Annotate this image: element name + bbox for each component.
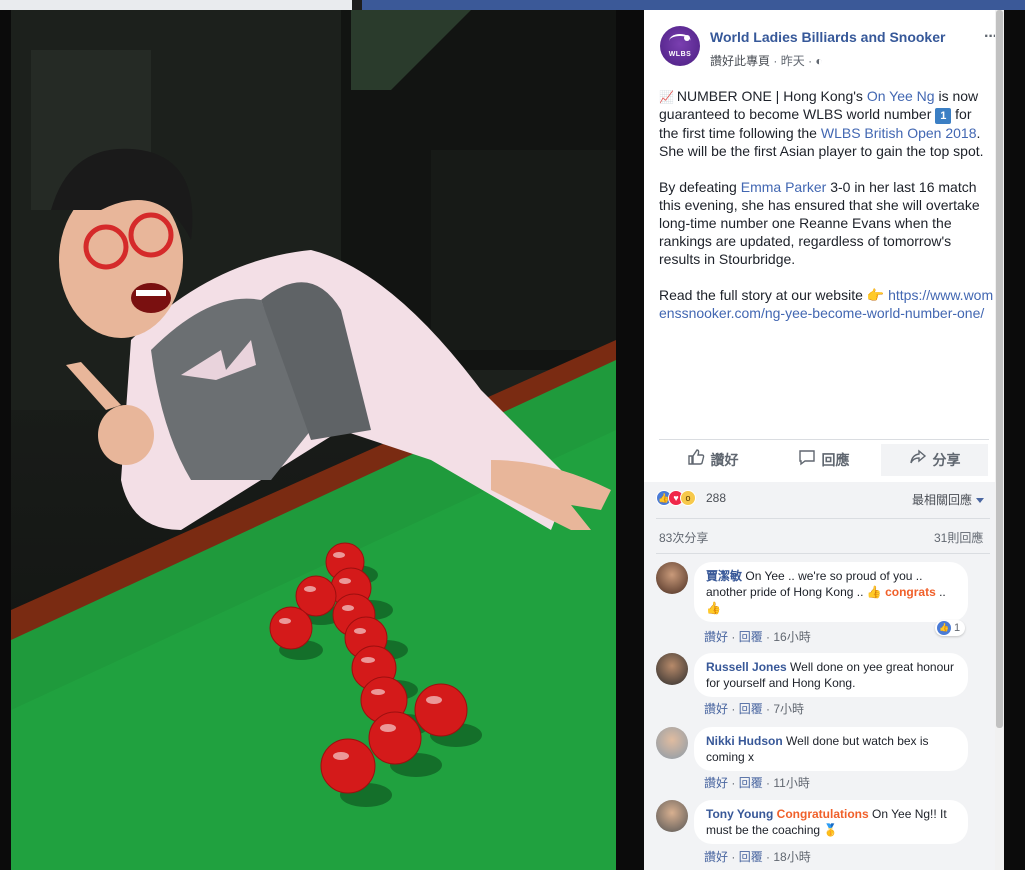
avatar[interactable]: [656, 800, 688, 832]
like-label: 讚好: [710, 452, 739, 468]
comment-highlight: Congratulations: [776, 807, 869, 821]
top-nav-strip: [362, 0, 1025, 10]
commenter-name[interactable]: 賈潔敏: [706, 569, 742, 583]
post-actions-bar: 讚好 回應 分享: [659, 439, 989, 477]
photo-illustration: [11, 10, 616, 870]
post-paragraph: 📈 NUMBER ONE | Hong Kong's On Yee Ng is …: [659, 87, 994, 160]
logo-dot: [684, 35, 690, 41]
comment-reply-link[interactable]: 回覆: [739, 850, 763, 864]
commenter-name[interactable]: Tony Young: [706, 807, 773, 821]
globe-icon: ◐: [815, 54, 823, 68]
comment-like-link[interactable]: 讚好: [704, 776, 728, 790]
share-count[interactable]: 83次分享: [659, 529, 708, 546]
divider: [656, 553, 990, 554]
comment-bubble: Tony Young Congratulations On Yee Ng!! I…: [694, 800, 968, 844]
avatar-logo-text: WLBS: [668, 51, 692, 58]
comment-actions: 讚好 · 回覆 · 11小時: [704, 776, 810, 790]
post-side-panel: WLBS World Ladies Billiards and Snooker …: [644, 10, 1004, 870]
event-link[interactable]: WLBS British Open 2018: [821, 125, 977, 141]
comment-bubble: 賈潔敏 On Yee .. we're so proud of you .. a…: [694, 562, 968, 622]
share-button[interactable]: 分享: [881, 444, 988, 476]
comment-button[interactable]: 回應: [770, 444, 877, 476]
post-photo[interactable]: [11, 10, 616, 870]
comment-reaction-count: 1: [954, 621, 961, 634]
post-paragraph: By defeating Emma Parker 3-0 in her last…: [659, 178, 994, 268]
background-page-strip: [0, 0, 1025, 10]
search-strip: [0, 0, 352, 10]
reaction-count[interactable]: 288: [706, 491, 726, 505]
comment-like-link[interactable]: 讚好: [704, 702, 728, 716]
comment-reply-link[interactable]: 回覆: [739, 630, 763, 644]
comment-reaction-badge[interactable]: 👍 1: [935, 620, 966, 636]
chart-increasing-icon: 📈: [659, 90, 674, 104]
comment-item: Russell Jones Well done on yee great hon…: [656, 653, 986, 719]
avatar[interactable]: [656, 653, 688, 685]
like-button[interactable]: 讚好: [659, 444, 766, 476]
post-text: By defeating: [659, 179, 741, 195]
comment-bubble: Russell Jones Well done on yee great hon…: [694, 653, 968, 697]
share-arrow-icon: [909, 445, 927, 477]
comment-highlight: congrats: [885, 585, 936, 599]
comment-actions: 讚好 · 回覆 · 7小時: [704, 702, 805, 716]
comment-reply-link[interactable]: 回覆: [739, 702, 763, 716]
post-body: 📈 NUMBER ONE | Hong Kong's On Yee Ng is …: [659, 87, 994, 340]
comment-actions: 讚好 · 回覆 · 16小時: [704, 630, 811, 644]
page-avatar[interactable]: WLBS: [660, 26, 700, 66]
comment-item: Tony Young Congratulations On Yee Ng!! I…: [656, 800, 986, 866]
comment-count[interactable]: 31則回應: [934, 529, 983, 546]
like-reaction-icon: 👍: [937, 621, 951, 635]
profile-link[interactable]: On Yee Ng: [867, 88, 935, 104]
comment-time[interactable]: 7小時: [773, 702, 804, 716]
comment-time[interactable]: 16小時: [773, 630, 810, 644]
comment-item: 賈潔敏 On Yee .. we're so proud of you .. a…: [656, 562, 986, 646]
comment-like-link[interactable]: 讚好: [704, 850, 728, 864]
page-name-link[interactable]: World Ladies Billiards and Snooker: [710, 29, 945, 45]
commenter-name[interactable]: Nikki Hudson: [706, 734, 783, 748]
keycap-one-icon: 1: [935, 108, 952, 124]
comment-time[interactable]: 18小時: [773, 850, 810, 864]
post-text: NUMBER ONE | Hong Kong's: [676, 88, 867, 104]
reactions-comments-area: 👍 ♥ o 288 最相關回應 83次分享 31則回應 賈潔敏 On Yee .…: [644, 482, 1004, 870]
thumbs-up-icon: [687, 445, 705, 477]
divider: [656, 518, 990, 519]
sort-label: 最相關回應: [912, 493, 973, 507]
like-page-link[interactable]: 讚好此專頁: [710, 54, 770, 68]
comment-reply-link[interactable]: 回覆: [739, 776, 763, 790]
profile-link[interactable]: Emma Parker: [741, 179, 827, 195]
avatar[interactable]: [656, 727, 688, 759]
comment-label: 回應: [821, 452, 850, 468]
avatar[interactable]: [656, 562, 688, 594]
comment-actions: 讚好 · 回覆 · 18小時: [704, 850, 811, 864]
post-paragraph: Read the full story at our website 👉 htt…: [659, 286, 994, 322]
post-time[interactable]: 昨天: [781, 54, 805, 68]
comment-like-link[interactable]: 讚好: [704, 630, 728, 644]
comment-sort-dropdown[interactable]: 最相關回應: [912, 491, 985, 508]
post-text: Read the full story at our website 👉: [659, 287, 889, 303]
wow-reaction-icon: o: [680, 490, 696, 506]
post-meta: 讚好此專頁 · 昨天 · ◐: [710, 52, 823, 69]
comment-time[interactable]: 11小時: [773, 776, 809, 790]
comment-bubble-icon: [798, 445, 816, 477]
comment-bubble: Nikki Hudson Well done but watch bex is …: [694, 727, 968, 771]
share-label: 分享: [932, 452, 961, 468]
scrollbar-thumb[interactable]: [996, 10, 1003, 728]
comment-item: Nikki Hudson Well done but watch bex is …: [656, 727, 986, 793]
post-header: WLBS World Ladies Billiards and Snooker …: [660, 26, 998, 70]
caret-down-icon: [976, 498, 985, 504]
commenter-name[interactable]: Russell Jones: [706, 660, 787, 674]
meta-separator: ·: [773, 54, 781, 68]
